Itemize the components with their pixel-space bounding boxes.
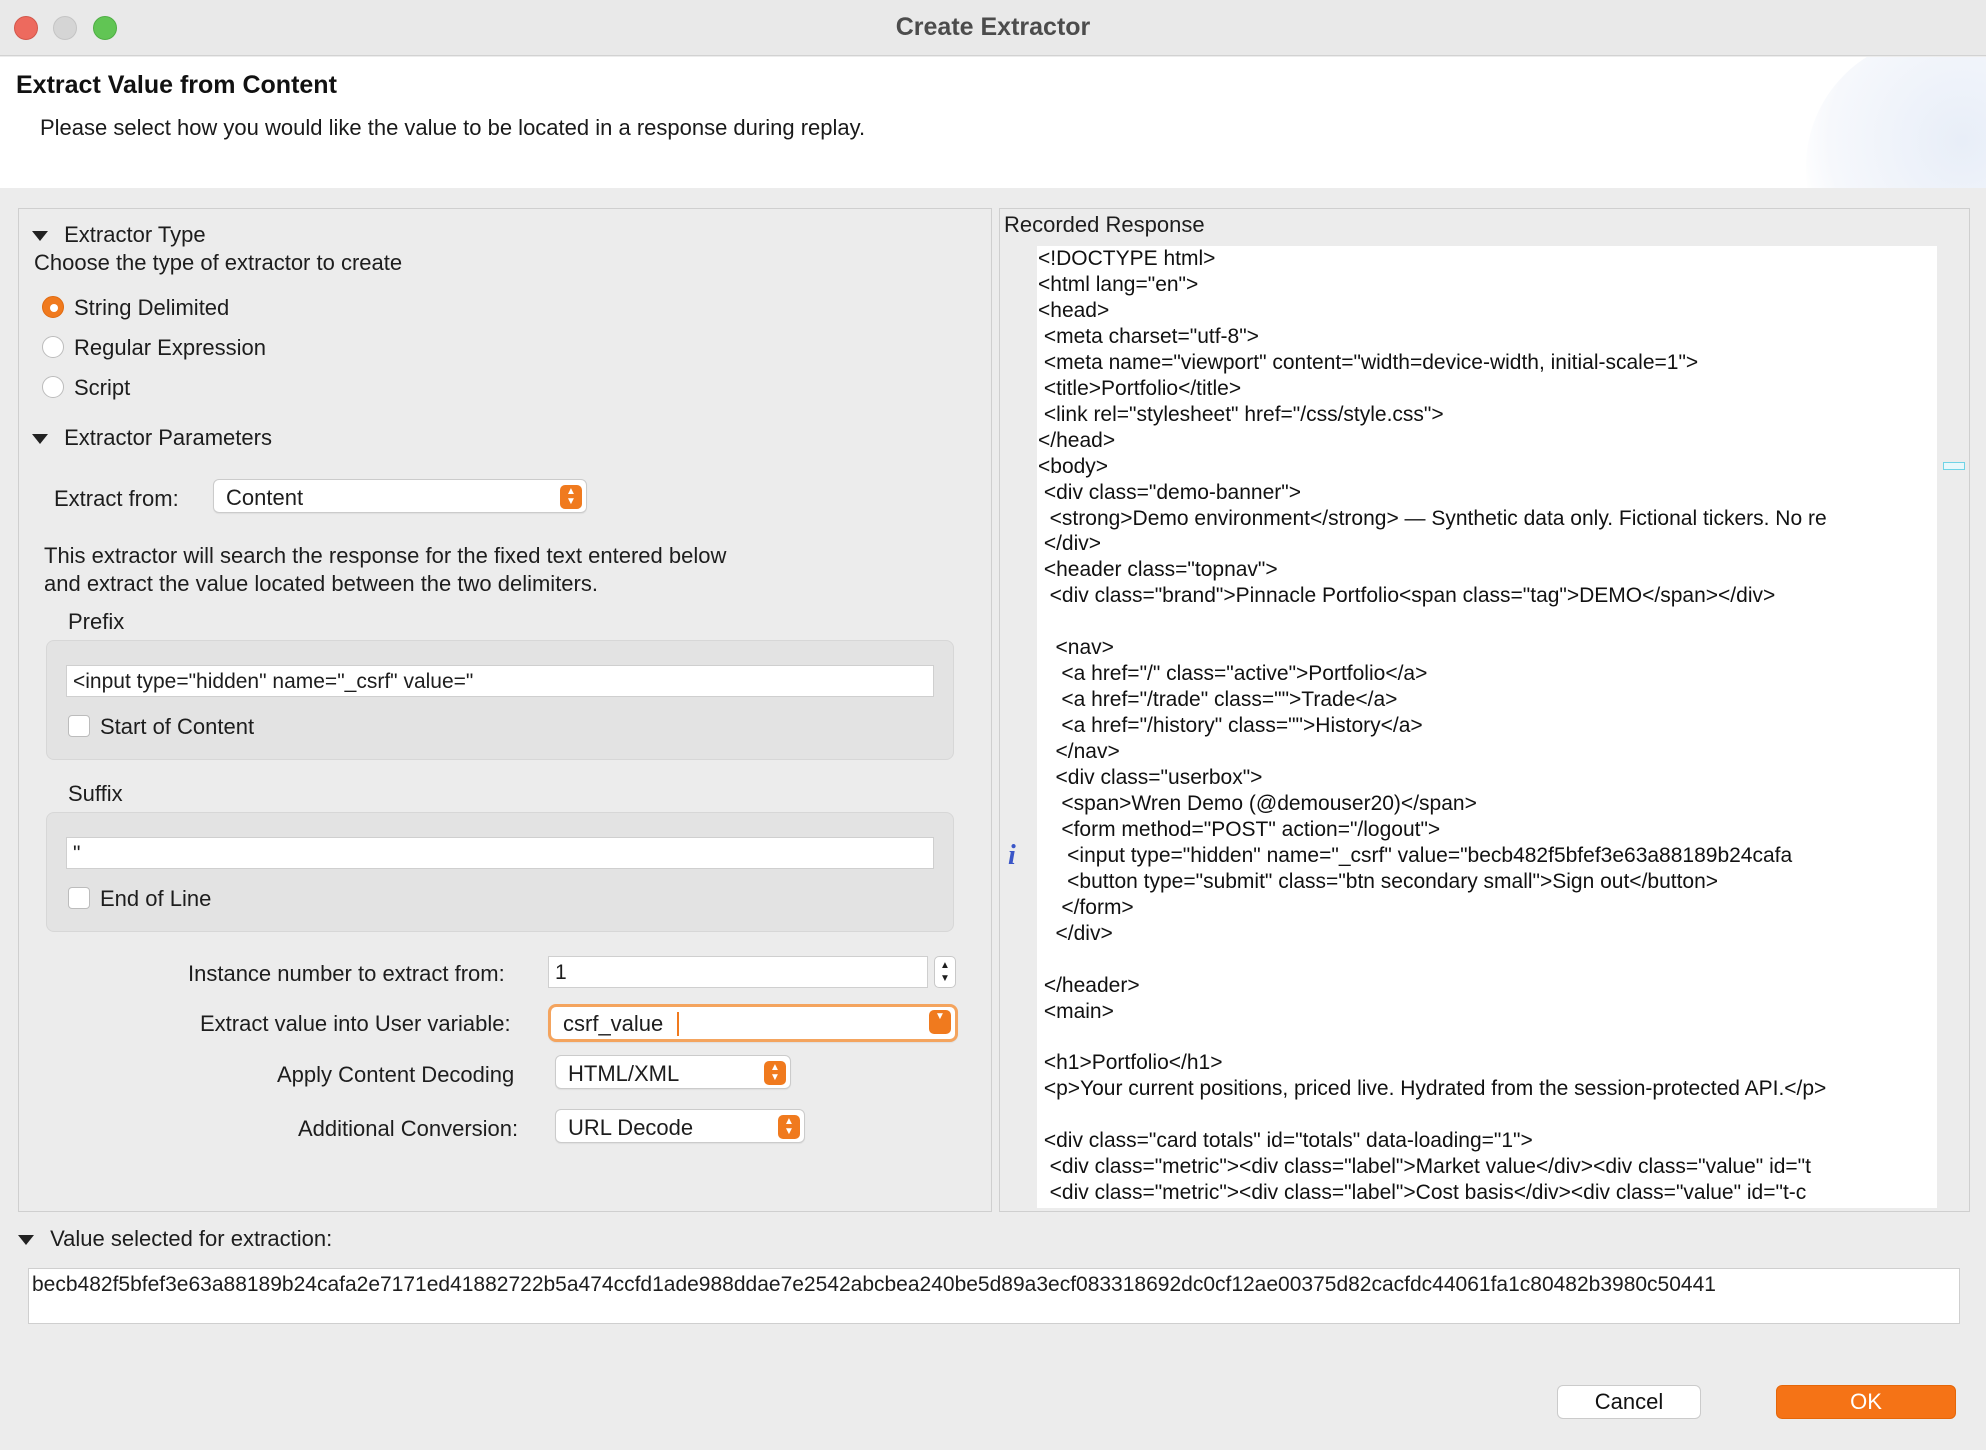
start-of-content-label: Start of Content — [100, 714, 255, 739]
response-line: <div class="userbox"> — [1038, 766, 1263, 789]
response-line: <meta charset="utf-8"> — [1038, 324, 1259, 348]
header-decoration — [1806, 57, 1986, 188]
cancel-button[interactable]: Cancel — [1557, 1385, 1701, 1419]
params-description-line1: This extractor will search the response … — [44, 543, 727, 568]
dialog-description: Please select how you would like the val… — [40, 115, 866, 140]
radio-regular-expression[interactable] — [42, 336, 64, 358]
content-decoding-label: Apply Content Decoding — [277, 1062, 515, 1087]
response-line: <!DOCTYPE html> — [1038, 247, 1216, 270]
radio-label-string-delimited: String Delimited — [74, 295, 230, 320]
select-arrows-icon: ▲ ▼ — [778, 1115, 800, 1139]
response-line: <strong>Demo environment</strong> — Synt… — [1038, 506, 1827, 530]
additional-conversion-value: URL Decode — [568, 1115, 694, 1140]
value-selected-field[interactable]: becb482f5bfef3e63a88189b24cafa2e7171ed41… — [28, 1268, 1960, 1324]
params-description-line2: and extract the value located between th… — [44, 571, 598, 596]
extractor-params-section[interactable]: Extractor Parameters — [32, 425, 272, 451]
response-line: <form method="POST" action="/logout"> — [1038, 817, 1441, 841]
response-line: <a href="/trade" class="">Trade</a> — [1038, 688, 1398, 712]
info-icon[interactable]: i — [1008, 840, 1022, 872]
extract-from-label: Extract from: — [54, 486, 179, 511]
response-line: <header class="topnav"> — [1038, 558, 1278, 582]
radio-string-delimited[interactable] — [42, 296, 64, 318]
instance-number-value: 1 — [555, 961, 567, 984]
instance-number-label: Instance number to extract from: — [188, 961, 505, 986]
response-line: </form> — [1038, 895, 1134, 919]
instance-number-input[interactable]: 1 — [548, 956, 928, 988]
extract-from-select[interactable]: Content ▲ ▼ — [213, 479, 587, 513]
response-line: <div class="brand">Pinnacle Portfolio<sp… — [1038, 584, 1776, 608]
user-variable-label: Extract value into User variable: — [200, 1011, 511, 1036]
response-line: <title>Portfolio</title> — [1038, 376, 1242, 400]
suffix-input-value: " — [73, 842, 81, 865]
window-title: Create Extractor — [895, 13, 1091, 41]
response-line: <nav> — [1038, 636, 1114, 660]
response-line: <main> — [1038, 999, 1114, 1023]
content-decoding-select[interactable]: HTML/XML ▲ ▼ — [555, 1055, 791, 1089]
response-line: <div class="card totals" id="totals" dat… — [1038, 1129, 1533, 1153]
response-line: <body> — [1038, 454, 1109, 478]
end-of-line-checkbox[interactable] — [68, 887, 90, 909]
select-arrows-icon: ▲ ▼ — [560, 485, 582, 509]
response-line: <button type="submit" class="btn seconda… — [1038, 869, 1719, 893]
user-variable-combo[interactable]: csrf_value ▼ — [548, 1004, 958, 1042]
additional-conversion-select[interactable]: URL Decode ▲ ▼ — [555, 1109, 805, 1143]
instance-stepper[interactable]: ▲ ▼ — [934, 956, 956, 988]
response-line: <h1>Portfolio</h1> — [1038, 1051, 1223, 1075]
user-variable-value: csrf_value — [563, 1011, 664, 1036]
extractor-type-label: Extractor Type — [64, 222, 206, 247]
radio-label-script: Script — [74, 375, 131, 400]
additional-conversion-label: Additional Conversion: — [298, 1116, 519, 1141]
response-line: </div> — [1038, 921, 1113, 945]
response-line: <div class="metric"><div class="label">C… — [1038, 1181, 1807, 1205]
recorded-response-text[interactable]: <!DOCTYPE html> <html lang="en"> <head> <m… — [1037, 246, 1937, 1208]
extractor-type-section[interactable]: Extractor Type — [32, 222, 206, 248]
prefix-input[interactable]: <input type="hidden" name="_csrf" value=… — [66, 665, 934, 697]
dialog-heading: Extract Value from Content — [16, 71, 337, 99]
response-line: <div class="demo-banner"> — [1038, 480, 1301, 504]
end-of-line-label: End of Line — [100, 886, 212, 911]
prefix-group — [46, 640, 954, 760]
prefix-input-value: <input type="hidden" name="_csrf" value=… — [73, 670, 474, 693]
suffix-group — [46, 812, 954, 932]
radio-script[interactable] — [42, 376, 64, 398]
response-line: <span>Wren Demo (@demouser20)</span> — [1038, 791, 1477, 815]
select-arrows-icon: ▲ ▼ — [764, 1061, 786, 1085]
response-line: <input type="hidden" name="_csrf" value=… — [1038, 843, 1793, 867]
response-line: </nav> — [1038, 740, 1120, 764]
scroll-marker[interactable] — [1943, 462, 1965, 470]
suffix-label: Suffix — [68, 781, 123, 806]
start-of-content-checkbox[interactable] — [68, 715, 90, 737]
response-line: <p>Your current positions, priced live. … — [1038, 1077, 1827, 1101]
collapse-triangle-icon — [32, 434, 48, 445]
response-line: <a href="/" class="active">Portfolio</a> — [1038, 662, 1428, 686]
recorded-response-label: Recorded Response — [1004, 212, 1205, 237]
suffix-input[interactable]: " — [66, 837, 934, 869]
extractor-type-instruction: Choose the type of extractor to create — [34, 250, 403, 275]
response-line: </head> — [1038, 428, 1116, 452]
extractor-params-label: Extractor Parameters — [64, 425, 272, 450]
value-selected-section[interactable]: Value selected for extraction: — [18, 1226, 332, 1252]
response-line: <div class="metric"><div class="label">M… — [1038, 1155, 1811, 1179]
window-titlebar: Create Extractor — [0, 0, 1986, 56]
dialog-header: Extract Value from Content Please select… — [0, 57, 1986, 188]
chevron-down-icon: ▼ — [929, 1010, 951, 1034]
extract-from-value: Content — [226, 485, 304, 510]
response-line: <head> — [1038, 298, 1110, 322]
collapse-triangle-icon — [32, 231, 48, 242]
response-line: </div> — [1038, 532, 1102, 556]
collapse-triangle-icon — [18, 1235, 34, 1246]
value-selected-label: Value selected for extraction: — [50, 1226, 333, 1251]
radio-label-regular-expression: Regular Expression — [74, 335, 266, 360]
response-line: <html lang="en"> — [1038, 272, 1199, 296]
prefix-label: Prefix — [68, 609, 125, 634]
response-line: <a href="/history" class="">History</a> — [1038, 714, 1423, 738]
value-selected-value: becb482f5bfef3e63a88189b24cafa2e7171ed41… — [32, 1273, 1716, 1296]
text-cursor — [677, 1012, 679, 1036]
content-decoding-value: HTML/XML — [568, 1061, 680, 1086]
response-line: <link rel="stylesheet" href="/css/style.… — [1038, 402, 1444, 426]
response-line: </header> — [1038, 973, 1140, 997]
ok-button[interactable]: OK — [1776, 1385, 1956, 1419]
response-line: <meta name="viewport" content="width=dev… — [1038, 350, 1699, 374]
